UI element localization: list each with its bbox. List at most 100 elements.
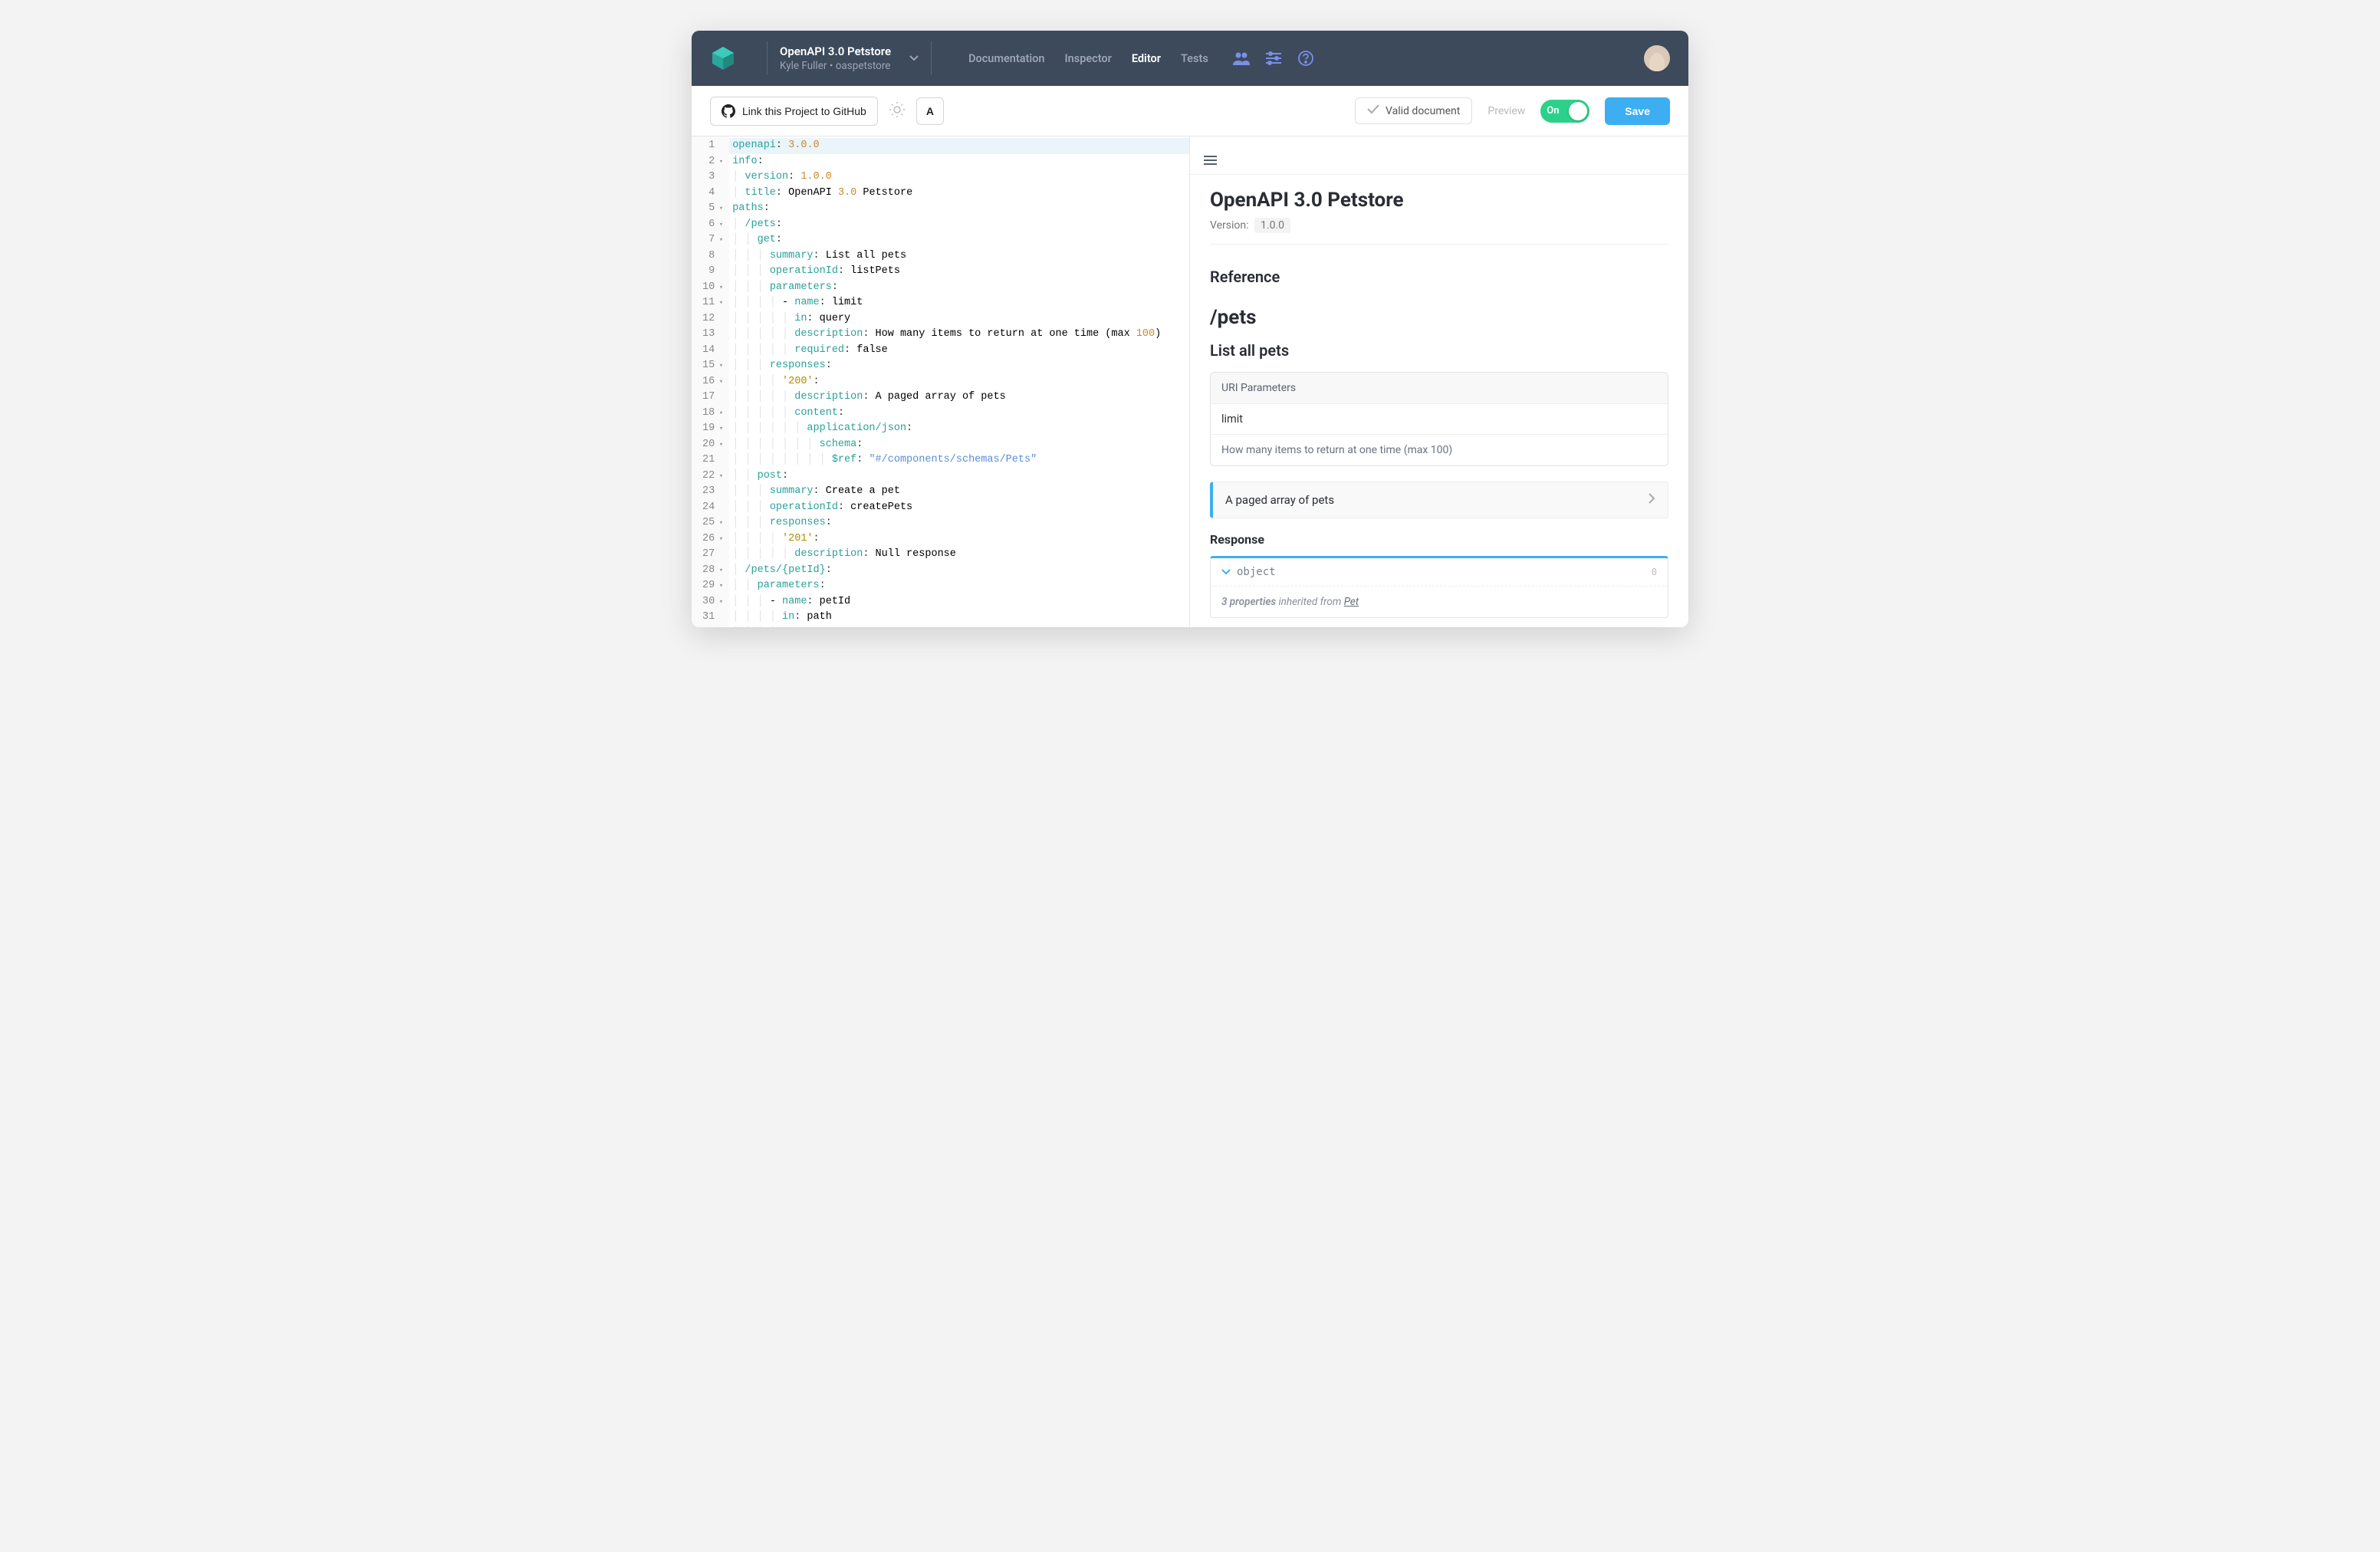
line-number: 10▾ <box>702 280 723 296</box>
code-line[interactable]: │ │ │ │ '200': <box>729 374 1189 390</box>
user-avatar[interactable] <box>1644 45 1670 71</box>
line-number: 28▾ <box>702 563 723 579</box>
divider <box>931 41 932 75</box>
code-line[interactable]: │ │ │ operationId: createPets <box>729 500 1189 516</box>
editor-toolbar: Link this Project to GitHub A Valid docu… <box>692 86 1688 136</box>
code-line[interactable]: │ │ │ │ │ in: query <box>729 311 1189 327</box>
code-line[interactable]: openapi: 3.0.0 <box>729 138 1189 154</box>
line-number: 16▾ <box>702 374 723 390</box>
code-line[interactable]: │ /pets: <box>729 217 1189 233</box>
code-line[interactable]: │ │ │ summary: Create a pet <box>729 484 1189 500</box>
preview-pane: OpenAPI 3.0 Petstore Version: 1.0.0 Refe… <box>1190 136 1688 627</box>
code-line[interactable]: │ │ post: <box>729 469 1189 485</box>
code-area[interactable]: openapi: 3.0.0info:│ version: 1.0.0│ tit… <box>729 136 1189 627</box>
param-name[interactable]: limit <box>1211 404 1668 435</box>
help-icon[interactable] <box>1297 50 1314 67</box>
code-line[interactable]: │ │ │ │ required: true <box>729 626 1189 627</box>
line-gutter: 12▾345▾6▾7▾8910▾11▾12131415▾16▾1718▾19▾2… <box>692 136 729 627</box>
tab-tests[interactable]: Tests <box>1181 52 1208 65</box>
project-info[interactable]: OpenAPI 3.0 Petstore Kyle Fuller • oaspe… <box>780 44 891 72</box>
param-section-header: URI Parameters <box>1211 373 1668 404</box>
toggle-knob <box>1569 102 1587 120</box>
schema-type: object <box>1237 566 1276 578</box>
chevron-right-icon <box>1649 493 1655 507</box>
line-number: 12 <box>702 311 723 327</box>
code-line[interactable]: │ │ │ │ │ │ │ │ $ref: "#/components/sche… <box>729 452 1189 469</box>
link-github-button[interactable]: Link this Project to GitHub <box>710 97 878 126</box>
reference-header: Reference <box>1210 268 1668 286</box>
schema-box: object 0 3 properties inherited from Pet <box>1210 556 1668 618</box>
tab-inspector[interactable]: Inspector <box>1064 52 1111 65</box>
response-description: A paged array of pets <box>1225 493 1334 507</box>
code-line[interactable]: │ │ │ summary: List all pets <box>729 248 1189 265</box>
people-icon[interactable] <box>1233 50 1250 67</box>
code-line[interactable]: │ │ get: <box>729 232 1189 248</box>
inherit-count: 3 properties <box>1221 596 1276 608</box>
preview-toggle-label: Preview <box>1488 105 1525 117</box>
validation-label: Valid document <box>1386 105 1460 117</box>
param-description: How many items to return at one time (ma… <box>1211 435 1668 465</box>
line-number: 1 <box>702 138 723 154</box>
github-button-label: Link this Project to GitHub <box>742 105 866 117</box>
line-number: 32 <box>702 626 723 627</box>
code-line[interactable]: paths: <box>729 201 1189 217</box>
endpoint-path: /pets <box>1210 306 1668 329</box>
code-line[interactable]: │ │ │ │ │ description: A paged array of … <box>729 390 1189 406</box>
code-line[interactable]: │ │ │ │ │ required: false <box>729 343 1189 359</box>
preview-toggle[interactable]: On <box>1540 100 1589 123</box>
version-row: Version: 1.0.0 <box>1210 219 1668 245</box>
line-number: 15▾ <box>702 358 723 374</box>
code-line[interactable]: │ │ │ │ │ │ │ schema: <box>729 437 1189 453</box>
line-number: 4 <box>702 186 723 202</box>
app-logo-icon[interactable] <box>710 45 736 71</box>
project-dropdown-chevron-icon[interactable] <box>909 53 919 64</box>
code-line[interactable]: │ │ │ │ '201': <box>729 531 1189 547</box>
line-number: 13 <box>702 327 723 343</box>
line-number: 18▾ <box>702 406 723 422</box>
code-line[interactable]: │ │ │ │ │ description: How many items to… <box>729 327 1189 343</box>
code-line[interactable]: │ version: 1.0.0 <box>729 169 1189 186</box>
code-editor[interactable]: 12▾345▾6▾7▾8910▾11▾12131415▾16▾1718▾19▾2… <box>692 136 1190 627</box>
line-number: 26▾ <box>702 531 723 547</box>
chevron-down-icon <box>1221 566 1231 578</box>
inherit-row: 3 properties inherited from Pet <box>1211 586 1668 617</box>
code-line[interactable]: │ │ │ parameters: <box>729 280 1189 296</box>
toggle-state-label: On <box>1547 105 1559 117</box>
code-line[interactable]: │ │ │ │ │ │ application/json: <box>729 421 1189 437</box>
code-line[interactable]: │ │ │ │ - name: limit <box>729 295 1189 311</box>
line-number: 14 <box>702 343 723 359</box>
code-line[interactable]: info: <box>729 154 1189 170</box>
line-number: 11▾ <box>702 295 723 311</box>
line-number: 5▾ <box>702 201 723 217</box>
line-number: 9 <box>702 264 723 280</box>
brightness-icon[interactable] <box>889 101 906 121</box>
settings-sliders-icon[interactable] <box>1265 50 1282 67</box>
main-split: 12▾345▾6▾7▾8910▾11▾12131415▾16▾1718▾19▾2… <box>692 136 1688 627</box>
code-line[interactable]: │ │ │ - name: petId <box>729 594 1189 610</box>
schema-row[interactable]: object 0 <box>1211 558 1668 586</box>
github-icon <box>722 104 735 118</box>
response-row[interactable]: A paged array of pets <box>1210 482 1668 518</box>
code-line[interactable]: │ title: OpenAPI 3.0 Petstore <box>729 186 1189 202</box>
code-line[interactable]: │ │ │ │ │ description: Null response <box>729 547 1189 563</box>
validation-status: Valid document <box>1355 97 1472 124</box>
save-button[interactable]: Save <box>1605 97 1670 125</box>
code-line[interactable]: │ │ │ operationId: listPets <box>729 264 1189 280</box>
hamburger-icon[interactable] <box>1204 156 1217 165</box>
tab-documentation[interactable]: Documentation <box>968 52 1044 65</box>
code-line[interactable]: │ │ │ responses: <box>729 358 1189 374</box>
line-number: 19▾ <box>702 421 723 437</box>
code-line[interactable]: │ │ │ responses: <box>729 515 1189 531</box>
letter-a-button[interactable]: A <box>916 97 944 125</box>
code-line[interactable]: │ /pets/{petId}: <box>729 563 1189 579</box>
code-line[interactable]: │ │ │ │ in: path <box>729 610 1189 626</box>
code-line[interactable]: │ │ parameters: <box>729 578 1189 594</box>
code-line[interactable]: │ │ │ │ │ content: <box>729 406 1189 422</box>
line-number: 31 <box>702 610 723 626</box>
tab-editor[interactable]: Editor <box>1132 52 1161 65</box>
header-bar: OpenAPI 3.0 Petstore Kyle Fuller • oaspe… <box>692 31 1688 86</box>
inherit-link[interactable]: Pet <box>1344 596 1359 608</box>
line-number: 7▾ <box>702 232 723 248</box>
line-number: 23 <box>702 484 723 500</box>
primary-nav: Documentation Inspector Editor Tests <box>968 52 1208 65</box>
